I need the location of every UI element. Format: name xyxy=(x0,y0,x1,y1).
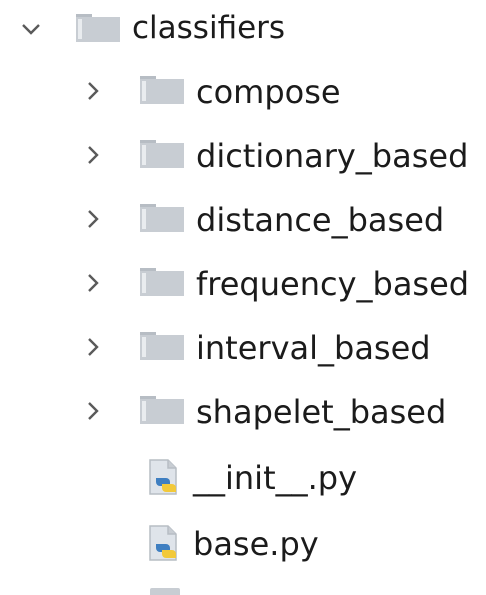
folder-icon xyxy=(140,268,184,296)
tree-item-interval-based[interactable]: interval_based xyxy=(0,322,486,378)
folder-icon xyxy=(140,140,184,168)
python-file-icon xyxy=(146,458,182,498)
folder-icon xyxy=(140,396,184,424)
tree-item-base-py[interactable]: base.py xyxy=(0,518,486,574)
tree-item-label: shapelet_based xyxy=(196,393,447,431)
folder-icon xyxy=(140,204,184,232)
tree-item-shapelet-based[interactable]: shapelet_based xyxy=(0,386,486,442)
tree-item-label: dictionary_based xyxy=(196,137,469,175)
tree-item-classifiers[interactable]: classifiers xyxy=(0,4,486,60)
chevron-right-icon[interactable] xyxy=(78,332,108,362)
tree-item-distance-based[interactable]: distance_based xyxy=(0,194,486,250)
tree-item-label: base.py xyxy=(193,525,319,563)
tree-item-label: classifiers xyxy=(132,10,286,46)
project-tree: classifiers compose dictionary_based dis… xyxy=(0,0,486,595)
chevron-right-icon[interactable] xyxy=(78,396,108,426)
chevron-right-icon[interactable] xyxy=(78,140,108,170)
tree-item-label: distance_based xyxy=(196,201,445,239)
tree-item-init-py[interactable]: __init__.py xyxy=(0,452,486,508)
tree-item-label: __init__.py xyxy=(193,459,358,497)
tree-item-dictionary-based[interactable]: dictionary_based xyxy=(0,130,486,186)
tree-item-label: interval_based xyxy=(196,329,431,367)
tree-item-frequency-based[interactable]: frequency_based xyxy=(0,258,486,314)
folder-icon xyxy=(140,332,184,360)
tree-item-label: compose xyxy=(196,73,341,111)
tree-item-label: frequency_based xyxy=(196,265,470,303)
chevron-right-icon[interactable] xyxy=(78,76,108,106)
tree-item-compose[interactable]: compose xyxy=(0,66,486,122)
python-file-icon xyxy=(146,524,182,564)
chevron-down-icon[interactable] xyxy=(16,14,46,44)
folder-icon xyxy=(76,14,120,42)
folder-icon xyxy=(140,76,184,104)
chevron-right-icon[interactable] xyxy=(78,204,108,234)
chevron-right-icon[interactable] xyxy=(78,268,108,298)
partial-file-icon xyxy=(150,588,180,595)
